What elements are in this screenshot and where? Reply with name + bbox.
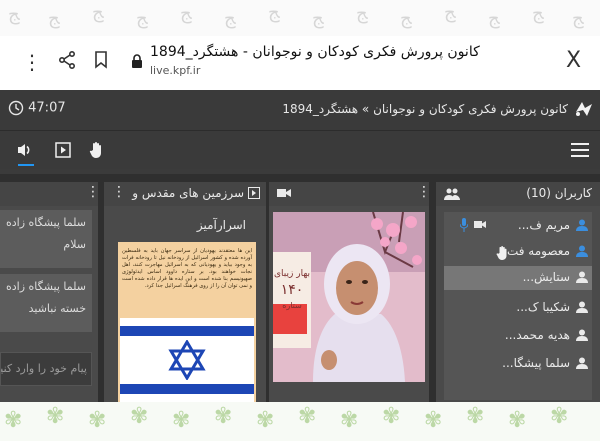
session-timer: 47:07 — [8, 100, 66, 116]
chat-message-sender: سلما پیشگاه زاده — [6, 280, 86, 293]
document-menu-icon[interactable]: ⋮ — [112, 184, 126, 200]
document-page: این ها معتقدند یهودیان از سراسر جهان بای… — [118, 242, 256, 402]
poster-number: ۱۴۰ — [281, 282, 304, 298]
user-row[interactable]: سلما پیشگا... — [444, 352, 592, 376]
star-of-david-icon — [168, 340, 206, 380]
user-icon — [576, 301, 588, 313]
raise-hand-button[interactable] — [86, 139, 108, 161]
chat-message: سلما پیشگاه زاده خسته نباشید — [0, 274, 92, 332]
user-row[interactable]: هدیه محمد... — [444, 324, 592, 348]
document-page-text: این ها معتقدند یهودیان از سراسر جهان بای… — [122, 248, 252, 289]
chat-message-sender: سلما پیشگاه زاده — [6, 216, 86, 229]
camera-icon — [277, 189, 291, 197]
classroom-toolbar — [0, 131, 600, 169]
active-tab-indicator — [18, 164, 34, 166]
user-icon — [576, 357, 588, 369]
bookmark-icon[interactable] — [94, 50, 108, 74]
user-icon — [576, 271, 588, 283]
user-name: شکیبا ک... — [516, 300, 570, 314]
chat-message: سلما پیشگاه زاده سلام — [0, 210, 92, 268]
users-panel-header: کاربران (10) — [436, 182, 600, 206]
browser-toolbar: ⋮ کانون پرورش فکری کودکان و نوجوانان - ه… — [0, 36, 600, 88]
video-panel: ⋮ بهار زیبای ۱۴۰ ستاره — [269, 182, 431, 402]
document-panel-header: ⋮ سرزمین های مقدس و — [104, 182, 266, 206]
chat-input[interactable]: پیام خود را وارد کنید — [0, 352, 92, 386]
poster-line2: ستاره — [282, 301, 302, 310]
classroom-header: 47:07 کانون پرورش فکری کودکان و نوجوانان… — [0, 90, 600, 131]
video-menu-icon[interactable]: ⋮ — [417, 184, 431, 200]
chat-panel-header: ⋮ — [0, 182, 100, 206]
speaker-button[interactable] — [14, 139, 36, 161]
document-title-line1: سرزمین های مقدس و — [132, 186, 244, 200]
share-icon[interactable] — [58, 50, 76, 74]
teacher-video: بهار زیبای ۱۴۰ ستاره — [273, 212, 425, 382]
close-button[interactable]: X — [566, 48, 581, 73]
speaker-icon — [18, 144, 30, 156]
document-icon — [248, 187, 260, 199]
microphone-icon — [460, 218, 468, 232]
document-title-line2: اسرارآمیز — [196, 218, 246, 232]
video-panel-header: ⋮ — [269, 182, 431, 206]
users-panel: کاربران (10) مریم ف... معصومه فت... ستای… — [436, 182, 600, 402]
user-row[interactable]: شکیبا ک... — [444, 296, 592, 320]
chat-message-text: خسته نباشید — [28, 302, 86, 315]
user-row[interactable]: مریم ف... — [444, 214, 592, 238]
url-text[interactable]: live.kpf.ir — [150, 64, 200, 77]
hand-icon — [89, 142, 101, 158]
user-name: ستایش... — [522, 270, 570, 284]
kanoon-logo-icon — [576, 102, 592, 116]
user-name: مریم ف... — [517, 218, 570, 232]
user-icon — [576, 219, 588, 231]
poster-line1: بهار زیبای — [274, 269, 310, 279]
classroom-panels: ⋮ سلما پیشگاه زاده سلام سلما پیشگاه زاده… — [0, 174, 600, 402]
user-row[interactable]: معصومه فت... — [444, 240, 592, 264]
users-icon — [444, 188, 460, 200]
page-title: کانون پرورش فکری کودکان و نوجوانان - هشت… — [150, 44, 480, 60]
user-name: هدیه محمد... — [504, 328, 570, 342]
camera-icon — [474, 221, 486, 228]
chat-menu-icon[interactable]: ⋮ — [86, 184, 100, 200]
user-row-selected[interactable]: ستایش... — [444, 266, 592, 290]
user-icon — [576, 245, 588, 257]
virtual-classroom: 47:07 کانون پرورش فکری کودکان و نوجوانان… — [0, 90, 600, 402]
timer-value: 47:07 — [28, 100, 66, 116]
more-vert-icon[interactable]: ⋮ — [22, 50, 42, 74]
chat-message-text: سلام — [63, 238, 86, 251]
background-leaf-pattern: ✾ ✾ ✾ ✾ ✾ ✾ ✾ ✾ ✾ ✾ ✾ ✾ ✾ ✾ — [0, 400, 600, 441]
user-icon — [576, 329, 588, 341]
video-scene: بهار زیبای ۱۴۰ ستاره — [273, 212, 425, 382]
raised-hand-icon — [496, 246, 507, 260]
users-count-label: کاربران (10) — [526, 186, 592, 200]
hamburger-icon[interactable] — [571, 143, 589, 157]
background-doodle-pattern: ﺞﺞ ﺞﺞ ﺞﺞ ﺞﺞ ﺞﺞ ﺞﺞ ﺞﺞ — [0, 0, 600, 36]
users-list: مریم ف... معصومه فت... ستایش... شکیبا ک.… — [444, 212, 592, 400]
document-panel: ⋮ سرزمین های مقدس و اسرارآمیز این ها معت… — [104, 182, 266, 402]
user-name: سلما پیشگا... — [502, 356, 570, 370]
classroom-title: کانون پرورش فکری کودکان و نوجوانان » هشت… — [282, 102, 568, 116]
media-button[interactable] — [52, 139, 74, 161]
clock-icon — [8, 100, 24, 116]
flag-image — [120, 318, 254, 402]
play-icon — [55, 142, 71, 158]
chat-panel: ⋮ سلما پیشگاه زاده سلام سلما پیشگاه زاده… — [0, 182, 100, 402]
lock-icon — [132, 54, 142, 68]
